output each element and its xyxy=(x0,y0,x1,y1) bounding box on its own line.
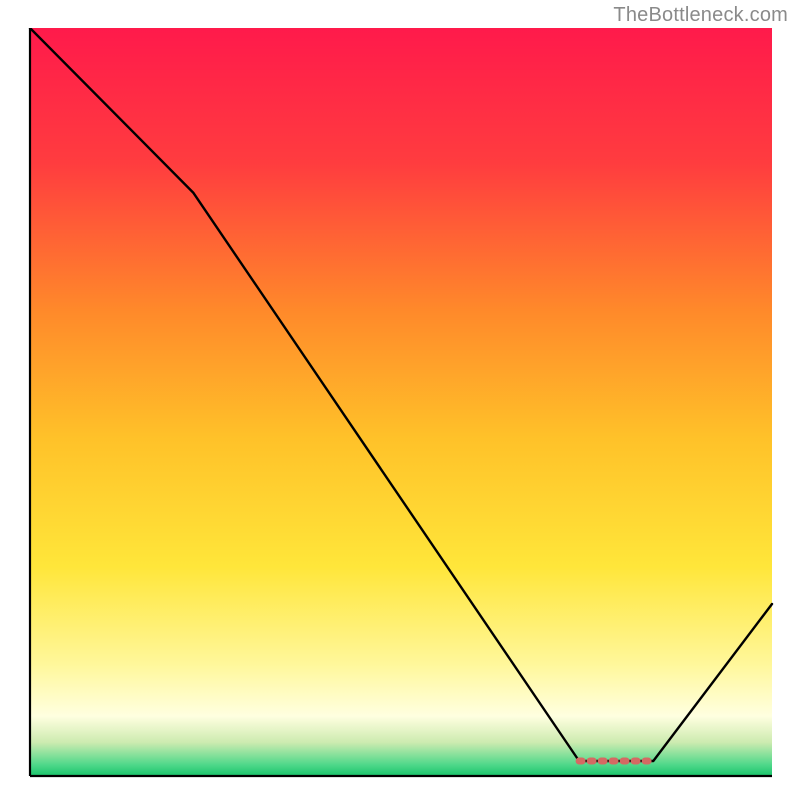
plot-area xyxy=(22,28,778,784)
chart-container: TheBottleneck.com xyxy=(0,0,800,800)
plot-svg xyxy=(22,28,778,784)
attribution-label: TheBottleneck.com xyxy=(613,4,788,27)
